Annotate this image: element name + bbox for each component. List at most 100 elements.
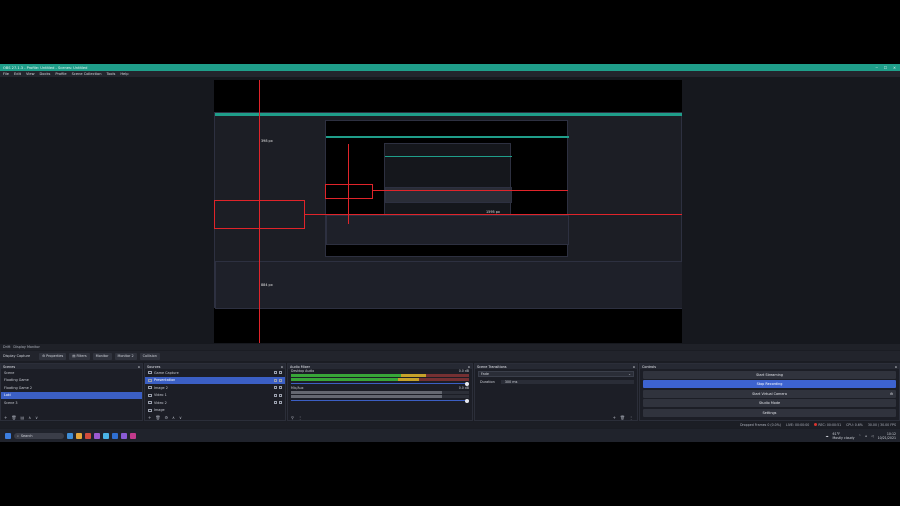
menu-help[interactable]: Help: [120, 72, 128, 76]
close-icon[interactable]: ✕: [893, 66, 896, 70]
chat-icon[interactable]: [103, 432, 109, 439]
scene-item[interactable]: Scene 3: [1, 399, 142, 407]
dock-float-icon[interactable]: ▫: [633, 365, 635, 369]
lock-icon[interactable]: [279, 378, 282, 382]
studio-mode-button[interactable]: Studio Mode: [643, 399, 896, 407]
network-icon[interactable]: ⌂: [865, 434, 867, 438]
app-icon[interactable]: [94, 432, 100, 439]
chevron-up-icon[interactable]: ⌃: [858, 434, 861, 438]
volume-slider[interactable]: [291, 381, 469, 386]
source-item-selected[interactable]: Presentation: [145, 376, 285, 384]
scene-item[interactable]: Floating Game: [1, 377, 142, 385]
nested-titlebar: [215, 113, 682, 116]
duration-input[interactable]: 300 ms: [500, 380, 634, 384]
filter-icon[interactable]: ▤: [20, 415, 24, 420]
start-virtual-camera-button[interactable]: Start Virtual Camera ⚙: [643, 389, 896, 398]
volume-icon[interactable]: ◁: [871, 434, 873, 438]
clock-date: 10/21/2021: [877, 435, 896, 440]
add-icon[interactable]: +: [4, 415, 7, 420]
button-label: Studio Mode: [758, 401, 781, 405]
maximize-icon[interactable]: ☐: [884, 66, 887, 70]
move-down-icon[interactable]: ∨: [35, 415, 38, 420]
scene-item[interactable]: Scene: [1, 369, 142, 377]
menu-view[interactable]: View: [26, 72, 35, 76]
menu-profile[interactable]: Profile: [55, 72, 66, 76]
menu-docks[interactable]: Docks: [40, 72, 51, 76]
gear-icon[interactable]: ⚙: [890, 392, 893, 396]
source-item[interactable]: Image 2: [145, 384, 285, 392]
sources-footer: + 🗑 ⚙ ∧ ∨: [145, 414, 285, 420]
gear-icon: ⚙: [42, 354, 46, 358]
lock-icon[interactable]: [279, 371, 282, 375]
add-icon[interactable]: +: [148, 415, 151, 420]
source-item[interactable]: Game Capture: [145, 369, 285, 377]
start-streaming-button[interactable]: Start Streaming: [643, 370, 896, 379]
minimize-icon[interactable]: ─: [876, 66, 878, 70]
title-bar: OBS 27.1.3 - Profile: Untitled - Scenes:…: [0, 64, 900, 71]
menu-scene-collection[interactable]: Scene Collection: [72, 72, 102, 76]
move-down-icon[interactable]: ∨: [179, 415, 182, 420]
more-icon[interactable]: ⋮: [298, 415, 302, 420]
taskbar-search[interactable]: ⌕ Search: [14, 432, 64, 439]
lock-icon[interactable]: [279, 386, 282, 390]
stop-recording-button[interactable]: Stop Recording: [643, 380, 896, 388]
weather-widget[interactable]: 61°F Mostly cloudy: [833, 432, 855, 440]
dock-float-icon[interactable]: ▫: [468, 365, 470, 369]
more-icon[interactable]: ⋮: [629, 415, 633, 420]
channel-name: Mic/Aux: [291, 386, 304, 390]
lock-icon[interactable]: [279, 393, 282, 397]
windows-start-icon[interactable]: [5, 432, 11, 439]
browser-icon[interactable]: [85, 432, 91, 439]
dock-float-icon[interactable]: ▫: [895, 365, 897, 369]
eye-icon[interactable]: [274, 378, 277, 382]
monitor2-button[interactable]: Monitor 2: [114, 352, 137, 360]
remove-icon[interactable]: 🗑: [11, 415, 16, 420]
remove-icon[interactable]: 🗑: [620, 415, 625, 420]
move-up-icon[interactable]: ∧: [172, 415, 175, 420]
source-item[interactable]: Video 1: [145, 392, 285, 400]
settings-button[interactable]: Settings: [643, 408, 896, 417]
link-icon[interactable]: ⚲: [291, 415, 294, 420]
eye-icon[interactable]: [274, 371, 277, 375]
editor-icon[interactable]: [121, 432, 127, 439]
collision-label: Collision: [142, 354, 157, 358]
add-icon[interactable]: +: [613, 415, 616, 420]
source-item[interactable]: Image: [145, 407, 285, 415]
scene-item[interactable]: Floating Game 2: [1, 384, 142, 392]
menu-file[interactable]: File: [3, 72, 9, 76]
preview-canvas[interactable]: 398 px 1595 px 884 px: [214, 80, 682, 343]
collision-button[interactable]: Collision: [139, 352, 160, 360]
monitor-button[interactable]: Monitor: [92, 352, 112, 360]
obs-icon[interactable]: [130, 432, 136, 439]
cpu-usage: CPU: 0.6%: [846, 423, 863, 427]
slider-knob[interactable]: [465, 398, 469, 403]
duration-row: Duration 300 ms: [478, 379, 634, 385]
properties-button[interactable]: ⚙ Properties: [39, 352, 67, 360]
nested-titlebar-3: [385, 156, 512, 157]
lock-icon[interactable]: [279, 401, 282, 405]
taskview-icon[interactable]: [67, 432, 73, 439]
eye-icon[interactable]: [274, 393, 277, 397]
dock-float-icon[interactable]: ▫: [138, 365, 140, 369]
eye-icon[interactable]: [274, 401, 277, 405]
dock-float-icon[interactable]: ▫: [281, 365, 283, 369]
status-bar: Dropped Frames 0 (0.0%) LIVE: 00:00:00 R…: [0, 422, 900, 428]
eye-icon[interactable]: [274, 386, 277, 390]
volume-slider[interactable]: [291, 398, 469, 403]
file-explorer-icon[interactable]: [76, 432, 82, 439]
slider-knob[interactable]: [465, 381, 469, 386]
filters-button[interactable]: ▤ Filters: [69, 352, 90, 360]
gear-icon[interactable]: ⚙: [164, 415, 168, 420]
selected-source-box[interactable]: [214, 200, 305, 229]
transition-select[interactable]: Fade ⌄: [478, 371, 634, 377]
source-item[interactable]: Video 2: [145, 399, 285, 407]
menu-edit[interactable]: Edit: [14, 72, 21, 76]
move-up-icon[interactable]: ∧: [28, 415, 31, 420]
clock[interactable]: 10:12 10/21/2021: [878, 432, 896, 440]
scene-item-selected[interactable]: Loki: [1, 391, 142, 399]
steam-icon[interactable]: [112, 432, 118, 439]
source-toggles: [274, 371, 285, 375]
remove-icon[interactable]: 🗑: [155, 415, 160, 420]
menu-tools[interactable]: Tools: [106, 72, 115, 76]
audio-mixer-dock: Audio Mixer ▫ Desktop Audio 0.0 dB Mic/A…: [287, 363, 473, 421]
